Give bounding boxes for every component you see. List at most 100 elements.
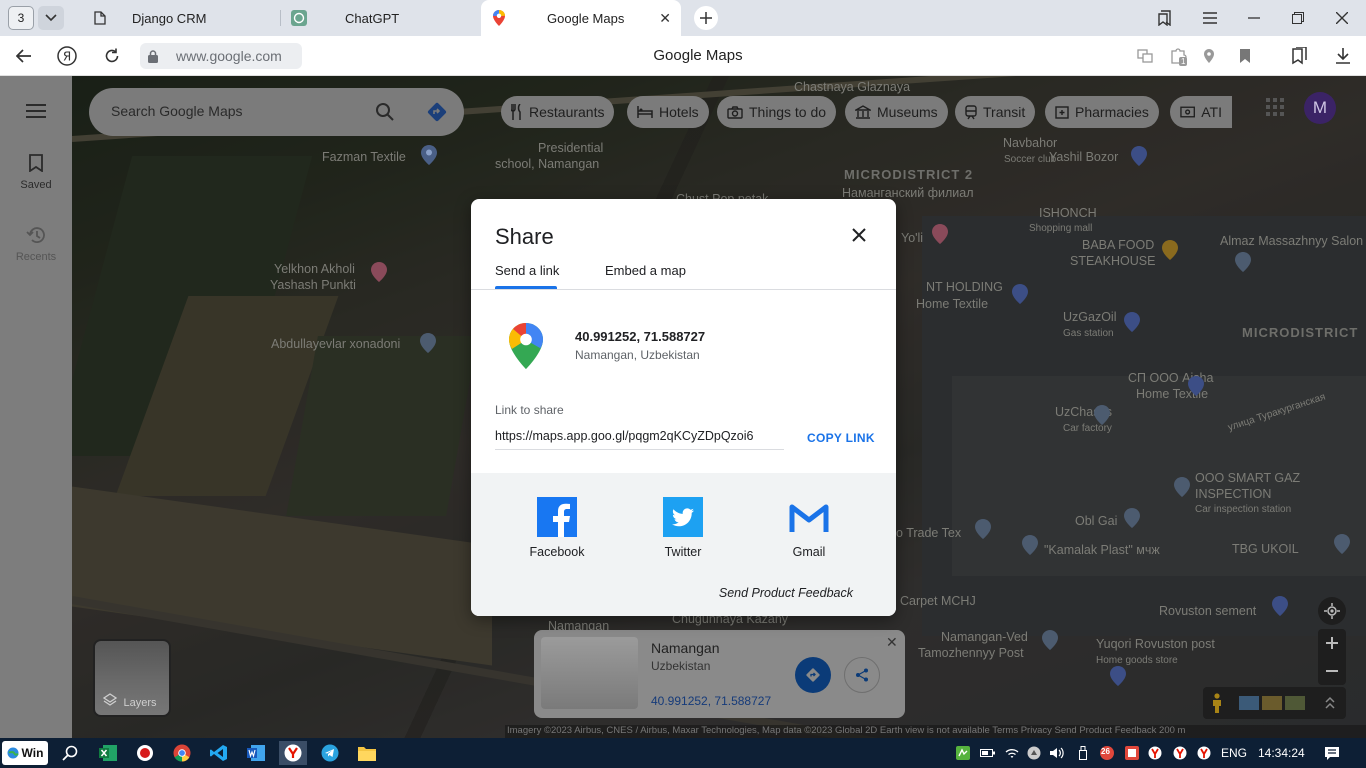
tab-google-maps[interactable]: Google Maps ✕ [481, 0, 681, 36]
chip-transit[interactable]: Transit [955, 96, 1036, 128]
imagery-thumbnail[interactable] [1262, 696, 1282, 710]
chip-hotels[interactable]: Hotels [627, 96, 709, 128]
taskbar-word[interactable] [242, 741, 270, 765]
map-pin-icon[interactable] [1042, 630, 1058, 650]
tab-django-crm[interactable]: Django CRM [80, 0, 280, 36]
menu-button[interactable] [1188, 0, 1232, 36]
url-field[interactable]: www.google.com [140, 43, 302, 69]
share-twitter-button[interactable]: Twitter [643, 497, 723, 559]
tray-wifi[interactable] [1004, 744, 1020, 762]
restore-button[interactable] [1276, 0, 1320, 36]
close-icon[interactable]: ✕ [886, 634, 898, 651]
taskbar-recorder[interactable] [131, 741, 159, 765]
back-button[interactable] [12, 44, 36, 68]
chip-museums[interactable]: Museums [845, 96, 948, 128]
tray-yandex-2[interactable] [1172, 744, 1188, 762]
chip-things-to-do[interactable]: Things to do [717, 96, 837, 128]
sidebar-item-recents[interactable]: Recents [0, 226, 72, 263]
tray-app-icon[interactable] [955, 744, 971, 762]
tray-red-app[interactable] [1124, 744, 1140, 762]
minimize-button[interactable] [1232, 0, 1276, 36]
search-icon[interactable] [376, 103, 394, 121]
tab-chatgpt[interactable]: ChatGPT [281, 0, 481, 36]
close-window-button[interactable] [1320, 0, 1364, 36]
tray-volume[interactable] [1048, 744, 1066, 762]
share-facebook-button[interactable]: Facebook [517, 497, 597, 559]
tray-yandex-1[interactable] [1147, 744, 1163, 762]
search-input[interactable] [111, 103, 361, 119]
yandex-button[interactable]: Я [55, 44, 79, 68]
food-pin-icon[interactable] [1162, 240, 1178, 260]
copy-link-button[interactable]: COPY LINK [807, 431, 875, 445]
extensions-button[interactable]: 1 [1167, 44, 1191, 68]
taskbar-file-explorer[interactable] [353, 741, 381, 765]
tray-yandex-3[interactable] [1196, 744, 1212, 762]
map-pin-icon[interactable] [975, 519, 991, 539]
zoom-out-button[interactable] [1318, 657, 1346, 685]
collections-button[interactable] [1143, 0, 1187, 36]
share-button[interactable] [844, 657, 880, 693]
imagery-thumbnail[interactable] [1285, 696, 1305, 710]
taskbar-chrome[interactable] [168, 741, 196, 765]
map-pin-icon[interactable] [1124, 508, 1140, 528]
layers-button[interactable]: Layers [93, 639, 171, 717]
tray-battery[interactable] [979, 744, 995, 762]
map-pin-icon[interactable] [1174, 477, 1190, 497]
bookmark-button[interactable] [1233, 44, 1257, 68]
close-tab-icon[interactable]: ✕ [659, 10, 671, 27]
shop-pin-icon[interactable] [1012, 284, 1028, 304]
tab-embed-a-map[interactable]: Embed a map [605, 263, 686, 278]
share-link-field[interactable] [495, 429, 784, 450]
menu-button[interactable] [0, 104, 72, 121]
gas-pin-icon[interactable] [1124, 312, 1140, 332]
shop-pin-icon[interactable] [1188, 376, 1204, 396]
hotel-pin-icon[interactable] [932, 224, 948, 244]
map-pin-icon[interactable] [1334, 534, 1350, 554]
place-photo[interactable] [541, 637, 638, 709]
translate-button[interactable] [1133, 44, 1157, 68]
taskbar-vscode[interactable] [205, 741, 233, 765]
map-pin-icon[interactable] [1235, 252, 1251, 272]
imagery-thumbnail[interactable] [1239, 696, 1259, 710]
location-button[interactable] [1197, 44, 1221, 68]
map-pin-icon[interactable] [1094, 405, 1110, 425]
downloads-button[interactable] [1331, 44, 1355, 68]
map-pin-icon[interactable] [1022, 535, 1038, 555]
reload-button[interactable] [100, 44, 124, 68]
start-button[interactable]: Win [2, 741, 48, 765]
directions-icon[interactable] [426, 101, 448, 123]
sidebar-item-saved[interactable]: Saved [0, 154, 72, 191]
new-tab-button[interactable] [694, 6, 718, 30]
tab-count-button[interactable]: 3 [8, 6, 34, 30]
tab-list-button[interactable] [38, 6, 64, 30]
account-avatar[interactable]: M [1304, 92, 1336, 124]
chip-pharmacies[interactable]: Pharmacies [1045, 96, 1159, 128]
map-pin-icon[interactable] [420, 333, 436, 353]
taskbar-yandex-browser[interactable] [279, 741, 307, 765]
tray-notification-app[interactable]: 26 [1098, 744, 1116, 762]
my-location-button[interactable] [1318, 597, 1346, 625]
apps-grid-icon[interactable] [1266, 98, 1284, 121]
directions-button[interactable] [795, 657, 831, 693]
tray-usb[interactable] [1076, 744, 1090, 762]
tab-send-a-link[interactable]: Send a link [495, 263, 559, 278]
map-pin-icon[interactable] [421, 145, 437, 165]
taskbar-telegram[interactable] [316, 741, 344, 765]
taskbar-excel[interactable] [94, 741, 122, 765]
clock[interactable]: 14:34:24 [1258, 746, 1305, 760]
tray-vpn[interactable] [1026, 744, 1042, 762]
close-dialog-button[interactable] [847, 223, 871, 247]
zoom-in-button[interactable] [1318, 629, 1346, 657]
shop-pin-icon[interactable] [1272, 596, 1288, 616]
action-center-button[interactable] [1322, 744, 1342, 762]
taskbar-search[interactable] [56, 741, 84, 765]
place-coords[interactable]: 40.991252, 71.588727 [651, 694, 771, 708]
shop-pin-icon[interactable] [1131, 146, 1147, 166]
chip-restaurants[interactable]: Restaurants [501, 96, 615, 128]
hotel-pin-icon[interactable] [371, 262, 387, 282]
pegman-icon[interactable] [1211, 693, 1223, 713]
chevron-up-icon[interactable] [1325, 696, 1335, 710]
reading-list-button[interactable] [1287, 44, 1311, 68]
send-feedback-link[interactable]: Send Product Feedback [719, 586, 853, 600]
chip-atm[interactable]: ATI [1170, 96, 1232, 128]
